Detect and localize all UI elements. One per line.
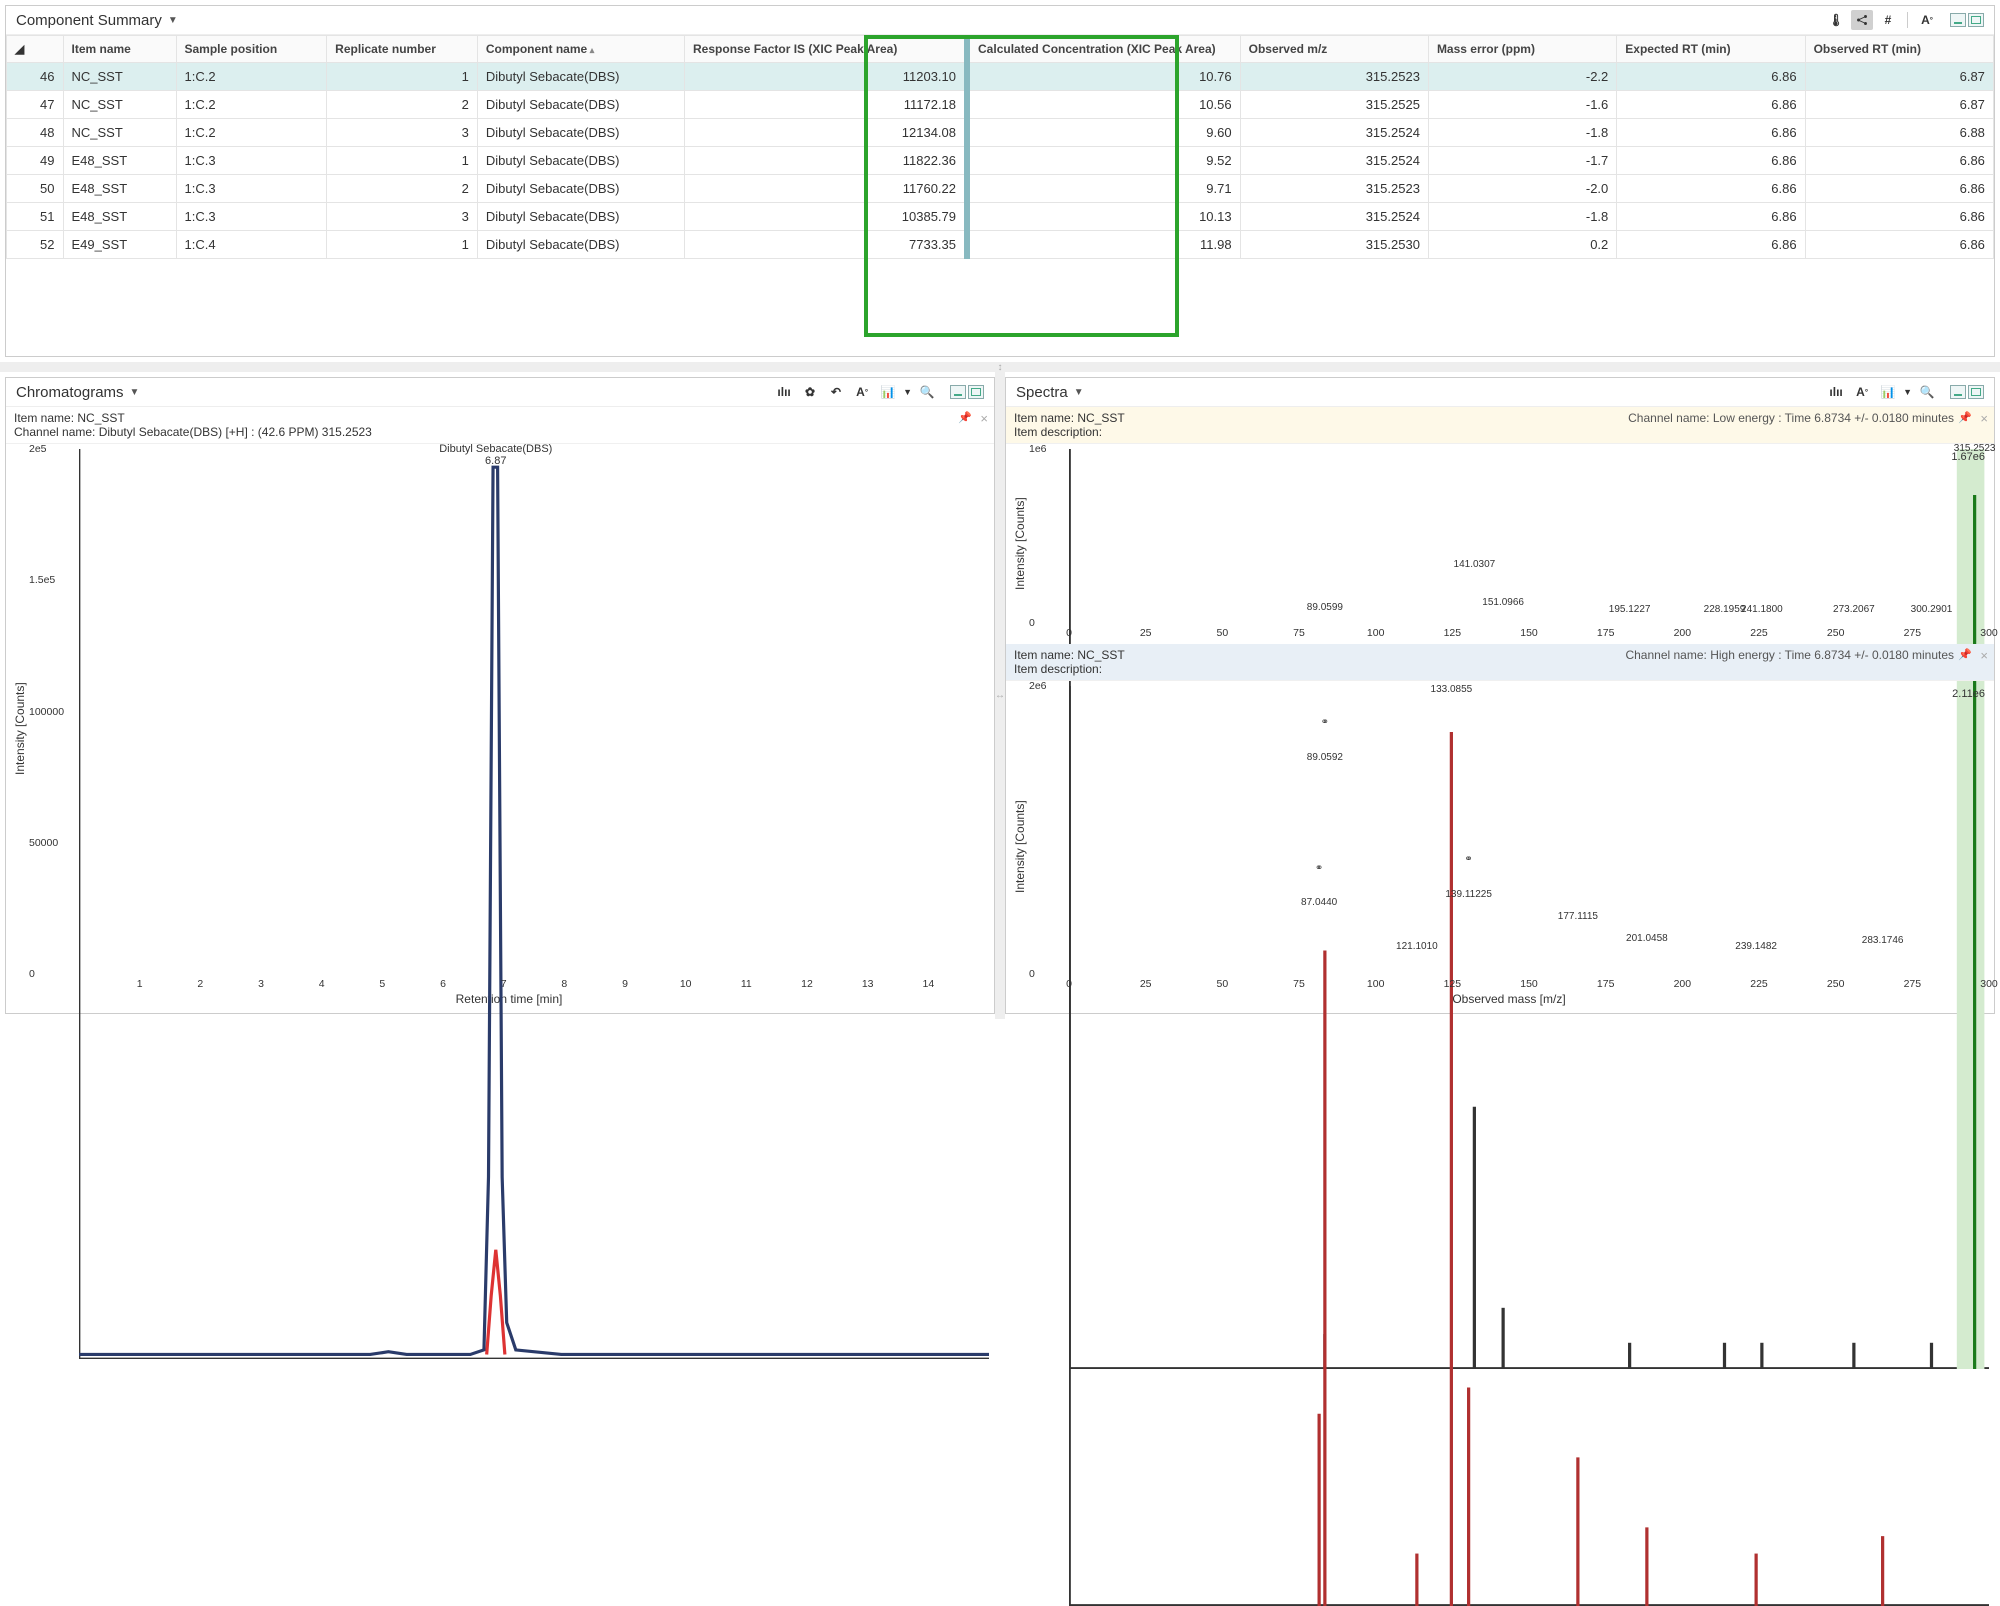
caret-down-icon: ▼ — [903, 387, 912, 397]
maximize-icon[interactable] — [968, 385, 984, 399]
col-replicate[interactable]: Replicate number — [327, 36, 478, 63]
vertical-splitter[interactable] — [995, 372, 1005, 1019]
zoom-icon[interactable]: 🔍 — [1916, 382, 1938, 402]
summary-header: Component Summary ▼ 🌡 # A° — [6, 6, 1994, 35]
grid-header-row: ◢ Item name Sample position Replicate nu… — [7, 36, 1994, 63]
spectra-title-text: Spectra — [1016, 384, 1068, 401]
col-response-factor[interactable]: Response Factor IS (XIC Peak Area) — [685, 36, 968, 63]
chrom-channel-name: Channel name: Dibutyl Sebacate(DBS) [+H]… — [14, 425, 986, 439]
minimize-icon[interactable] — [1950, 13, 1966, 27]
spectra-high-info: Item name: NC_SST Item description: Chan… — [1006, 644, 1994, 681]
thermometer-icon[interactable]: 🌡 — [1825, 10, 1847, 30]
maximize-icon[interactable] — [1968, 13, 1984, 27]
col-expected-rt[interactable]: Expected RT (min) — [1617, 36, 1805, 63]
font-size-icon[interactable]: A° — [851, 382, 873, 402]
chrom-title-dropdown[interactable]: Chromatograms ▼ — [16, 384, 139, 401]
close-icon[interactable]: × — [1980, 648, 1988, 663]
spectra-high-plot-area[interactable]: 2.11e6 87.0440⚭89.0592⚭121.1010133.08551… — [1069, 686, 1989, 974]
zoom-icon[interactable]: 🔍 — [916, 382, 938, 402]
col-sort-indicator[interactable]: ◢ — [7, 36, 64, 63]
y-ticks: 01e6 — [1029, 449, 1069, 623]
chart-icon[interactable]: 📊 — [877, 382, 899, 402]
table-row[interactable]: 49E48_SST1:C.31Dibutyl Sebacate(DBS)1182… — [7, 147, 1994, 175]
chrom-toolbar: ılıı ✿ ↶ A° 📊 ▼ 🔍 — [773, 382, 984, 402]
summary-grid[interactable]: ◢ Item name Sample position Replicate nu… — [6, 35, 1994, 356]
caret-down-icon: ▼ — [130, 387, 140, 398]
chrom-chart[interactable]: Intensity [Counts] 0500001000001.5e52e5 — [6, 444, 994, 1013]
spectra-high-desc: Item description: — [1014, 662, 1986, 676]
font-size-icon[interactable]: A° — [1916, 10, 1938, 30]
pin-icon[interactable]: 📌 — [1958, 411, 1972, 424]
hash-icon[interactable]: # — [1877, 10, 1899, 30]
spectra-low-desc: Item description: — [1014, 425, 1986, 439]
close-icon[interactable]: × — [1980, 411, 1988, 426]
table-row[interactable]: 47NC_SST1:C.22Dibutyl Sebacate(DBS)11172… — [7, 91, 1994, 119]
table-row[interactable]: 51E48_SST1:C.33Dibutyl Sebacate(DBS)1038… — [7, 203, 1994, 231]
chart-icon[interactable]: 📊 — [1877, 382, 1899, 402]
x-ticks: 1234567891011121314 — [79, 974, 989, 990]
pin-icon[interactable]: 📌 — [1958, 648, 1972, 661]
col-calculated-conc[interactable]: Calculated Concentration (XIC Peak Area) — [967, 36, 1240, 63]
spectra-high-topval: 2.11e6 — [1952, 688, 1985, 700]
maximize-icon[interactable] — [1968, 385, 1984, 399]
undo-icon[interactable]: ↶ — [825, 382, 847, 402]
table-row[interactable]: 52E49_SST1:C.41Dibutyl Sebacate(DBS)7733… — [7, 231, 1994, 259]
x-ticks: 0255075100125150175200225250275300 — [1069, 623, 1989, 639]
spectra-low-chart[interactable]: Intensity [Counts] 01e6 1.67e6 89.059914… — [1006, 444, 1994, 644]
bars-icon[interactable]: ılıı — [1825, 382, 1847, 402]
spectra-toolbar: ılıı A° 📊 ▼ 🔍 — [1825, 382, 1984, 402]
col-item-name[interactable]: Item name — [63, 36, 176, 63]
spectra-high-chart[interactable]: Intensity [Counts] 02e6 2.11e6 87.0440⚭8… — [1006, 681, 1994, 1013]
y-axis-label: Intensity [Counts] — [1011, 449, 1029, 639]
peak-label: Dibutyl Sebacate(DBS)6.87 — [439, 443, 552, 467]
col-observed-rt[interactable]: Observed RT (min) — [1805, 36, 1993, 63]
y-ticks: 02e6 — [1029, 686, 1069, 974]
horizontal-splitter[interactable] — [0, 362, 2000, 372]
table-row[interactable]: 46NC_SST1:C.21Dibutyl Sebacate(DBS)11203… — [7, 63, 1994, 91]
spectra-panel: Spectra ▼ ılıı A° 📊 ▼ 🔍 Item name — [1005, 377, 1995, 1014]
share-icon[interactable] — [1851, 10, 1873, 30]
minimize-icon[interactable] — [1950, 385, 1966, 399]
y-ticks: 0500001000001.5e52e5 — [29, 449, 79, 974]
separator — [1907, 12, 1908, 28]
summary-toolbar: 🌡 # A° — [1825, 10, 1984, 30]
spectra-high-channel: Channel name: High energy : Time 6.8734 … — [1625, 648, 1954, 662]
spectra-low-info: Item name: NC_SST Item description: Chan… — [1006, 407, 1994, 444]
chrom-header: Chromatograms ▼ ılıı ✿ ↶ A° 📊 ▼ 🔍 — [6, 378, 994, 407]
caret-down-icon: ▼ — [1074, 387, 1084, 398]
y-axis-label: Intensity [Counts] — [11, 449, 29, 1008]
chrom-item-name: Item name: NC_SST — [14, 411, 986, 425]
caret-down-icon: ▼ — [1903, 387, 1912, 397]
col-mass-error[interactable]: Mass error (ppm) — [1428, 36, 1616, 63]
col-observed-mz[interactable]: Observed m/z — [1240, 36, 1428, 63]
chrom-plot-area[interactable]: Dibutyl Sebacate(DBS)6.87 — [79, 449, 989, 974]
spectra-low-plot-area[interactable]: 1.67e6 89.0599141.0307151.0966195.122722… — [1069, 449, 1989, 623]
chrom-info-band: Item name: NC_SST Channel name: Dibutyl … — [6, 407, 994, 444]
chrom-title-text: Chromatograms — [16, 384, 124, 401]
chromatograms-panel: Chromatograms ▼ ılıı ✿ ↶ A° 📊 ▼ 🔍 — [5, 377, 995, 1014]
table-row[interactable]: 50E48_SST1:C.32Dibutyl Sebacate(DBS)1176… — [7, 175, 1994, 203]
spectra-header: Spectra ▼ ılıı A° 📊 ▼ 🔍 — [1006, 378, 1994, 407]
summary-title-dropdown[interactable]: Component Summary ▼ — [16, 12, 178, 29]
bars-icon[interactable]: ılıı — [773, 382, 795, 402]
table-row[interactable]: 48NC_SST1:C.23Dibutyl Sebacate(DBS)12134… — [7, 119, 1994, 147]
caret-down-icon: ▼ — [168, 15, 178, 26]
y-axis-label: Intensity [Counts] — [1011, 686, 1029, 1008]
component-summary-panel: Component Summary ▼ 🌡 # A° — [5, 5, 1995, 357]
spectra-low-channel: Channel name: Low energy : Time 6.8734 +… — [1628, 411, 1954, 425]
col-component-name[interactable]: Component name — [477, 36, 684, 63]
x-ticks: 0255075100125150175200225250275300 — [1069, 974, 1989, 990]
font-size-icon[interactable]: A° — [1851, 382, 1873, 402]
summary-title-text: Component Summary — [16, 12, 162, 29]
minimize-icon[interactable] — [950, 385, 966, 399]
col-sample-position[interactable]: Sample position — [176, 36, 327, 63]
pin-icon[interactable]: 📌 — [958, 411, 972, 424]
spectra-title-dropdown[interactable]: Spectra ▼ — [1016, 384, 1084, 401]
close-icon[interactable]: × — [980, 411, 988, 426]
gear-icon[interactable]: ✿ — [799, 382, 821, 402]
